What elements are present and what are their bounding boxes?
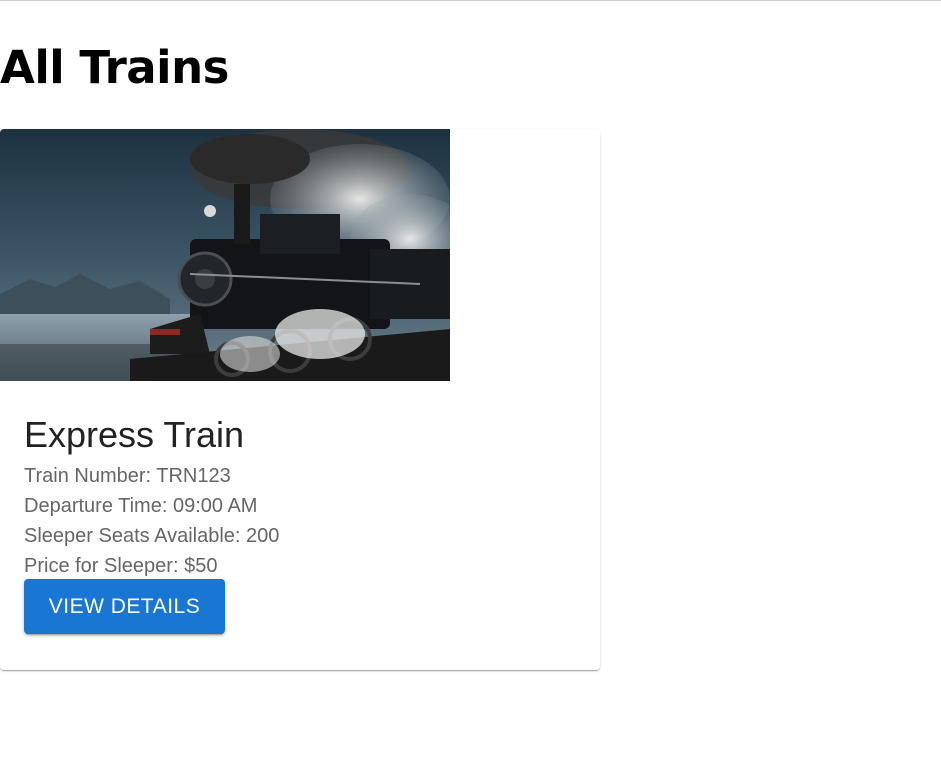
train-number: Train Number: TRN123 (24, 465, 231, 487)
page-title: All Trains (0, 41, 229, 94)
train-card: Express Train Train Number: TRN123 Depar… (0, 129, 600, 670)
train-image (0, 129, 450, 381)
sleeper-seats: Sleeper Seats Available: 200 (24, 525, 280, 547)
view-details-button[interactable]: VIEW DETAILS (24, 579, 225, 634)
top-divider (0, 0, 941, 1)
sleeper-price: Price for Sleeper: $50 (24, 555, 218, 577)
train-name: Express Train (24, 414, 245, 455)
departure-time: Departure Time: 09:00 AM (24, 495, 258, 517)
card-content: Express Train Train Number: TRN123 Depar… (24, 413, 576, 581)
